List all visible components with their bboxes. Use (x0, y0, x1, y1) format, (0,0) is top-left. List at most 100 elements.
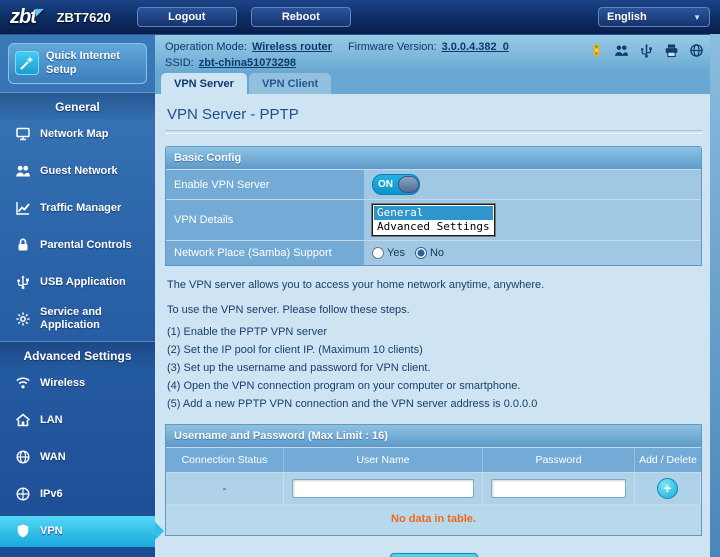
username-input[interactable] (292, 479, 474, 498)
scrollbar-track[interactable] (710, 34, 720, 557)
sidebar-item-usb-application[interactable]: USB Application (0, 267, 155, 298)
option-advanced-settings[interactable]: Advanced Settings (374, 220, 493, 234)
usb-status-icon[interactable] (639, 43, 654, 58)
enable-vpn-value: ON (364, 170, 701, 199)
sidebar-item-network-map[interactable]: Network Map (0, 119, 155, 150)
add-user-button[interactable]: + (657, 478, 678, 499)
globe-icon (15, 449, 31, 465)
instruction-step-2: (2) Set the IP pool for client IP. (Maxi… (167, 344, 423, 356)
add-delete-cell: + (635, 473, 701, 504)
info-bar: Operation Mode: Wireless router Firmware V… (155, 35, 720, 73)
samba-yes-input[interactable] (372, 247, 384, 259)
sidebar-item-label: Parental Controls (40, 238, 132, 251)
option-general[interactable]: General (374, 206, 493, 220)
samba-support-value: Yes No (364, 241, 701, 265)
vpn-enable-toggle[interactable]: ON (372, 174, 420, 195)
top-bar: zbt◤ ZBT7620 Logout Reboot English ▼ (0, 0, 720, 35)
samba-yes-radio[interactable]: Yes (372, 247, 405, 259)
toggle-knob (398, 176, 419, 193)
house-icon (15, 412, 31, 428)
logo-swoosh-icon: ◤ (35, 6, 44, 18)
sidebar-item-ipv6[interactable]: IPv6 (0, 479, 155, 510)
samba-no-radio[interactable]: No (414, 247, 445, 259)
tab-bar: VPN Server VPN Client (155, 73, 720, 94)
title-divider (165, 130, 702, 134)
tab-vpn-server[interactable]: VPN Server (161, 73, 247, 94)
clients-icon[interactable] (614, 43, 629, 58)
instruction-step-5: (5) Add a new PPTP VPN connection and th… (167, 398, 538, 410)
info-line-2: SSID: zbt-china51073298 (165, 57, 710, 69)
sidebar-item-label: Service and Application (40, 305, 102, 332)
basic-config-section: Basic Config Enable VPN Server ON VPN De… (165, 146, 702, 266)
vpn-details-label: VPN Details (166, 200, 364, 240)
sidebar-item-service-and-application[interactable]: Service and Application (0, 304, 155, 335)
password-input[interactable] (491, 479, 626, 498)
body-row: Quick Internet Setup General Network Map… (0, 35, 720, 557)
ssid-link[interactable]: zbt-china51073298 (199, 57, 296, 69)
brand-logo: zbt◤ (10, 5, 44, 28)
sidebar-item-wireless[interactable]: Wireless (0, 368, 155, 399)
quick-setup-label: Quick Internet Setup (46, 50, 120, 77)
password-cell (483, 473, 635, 504)
vpn-details-row: VPN Details General Advanced Settings (166, 199, 701, 240)
username-cell (284, 473, 483, 504)
model-title: ZBT7620 (56, 9, 111, 25)
operation-mode-link[interactable]: Wireless router (252, 41, 332, 53)
sidebar-item-label: Traffic Manager (40, 201, 122, 214)
globe-ipv6-icon (15, 486, 31, 502)
tab-vpn-client[interactable]: VPN Client (248, 73, 332, 94)
status-icons (589, 43, 704, 58)
apply-button[interactable]: Apply (389, 553, 478, 557)
firmware-link[interactable]: 3.0.0.4.382_0 (442, 41, 509, 53)
sidebar-item-traffic-manager[interactable]: Traffic Manager (0, 193, 155, 224)
col-add-delete: Add / Delete (639, 454, 697, 466)
traffic-chart-icon (15, 200, 31, 216)
router-admin-page: zbt◤ ZBT7620 Logout Reboot English ▼ Qui… (0, 0, 720, 557)
empty-table-message: No data in table. (166, 504, 701, 535)
samba-support-label: Network Place (Samba) Support (166, 241, 364, 265)
samba-no-label: No (429, 247, 445, 259)
username-password-section: Username and Password (Max Limit : 16) C… (165, 424, 702, 536)
language-select[interactable]: English ▼ (598, 7, 710, 27)
vpn-details-select[interactable]: General Advanced Settings (371, 203, 496, 237)
instruction-step-4: (4) Open the VPN connection program on y… (167, 380, 521, 392)
wifi-icon (15, 375, 31, 391)
sidebar-section-general: General (0, 91, 155, 119)
sidebar-item-parental-controls[interactable]: Parental Controls (0, 230, 155, 261)
sidebar-item-label: Wireless (40, 376, 86, 389)
sidebar-item-quick-internet-setup[interactable]: Quick Internet Setup (8, 43, 147, 84)
sidebar-item-vpn[interactable]: VPN (0, 515, 164, 547)
sidebar-item-label: IPv6 (40, 487, 63, 500)
instructions-steps-title: To use the VPN server. Please follow the… (167, 304, 410, 316)
shield-icon (15, 523, 31, 539)
sidebar-item-guest-network[interactable]: Guest Network (0, 156, 155, 187)
printer-icon[interactable] (664, 43, 679, 58)
enable-vpn-label: Enable VPN Server (166, 170, 364, 199)
sidebar-item-label: Network Map (40, 127, 109, 140)
col-password: Password (483, 448, 635, 472)
instructions-intro: The VPN server allows you to access your… (167, 279, 545, 291)
operation-mode-label: Operation Mode: (165, 41, 247, 53)
sidebar-item-lan[interactable]: LAN (0, 405, 155, 436)
vpn-instructions: The VPN server allows you to access your… (165, 266, 702, 422)
table-header-row: Connection Status User Name Password Add… (166, 447, 701, 472)
samba-yes-label: Yes (387, 247, 405, 259)
reboot-button[interactable]: Reboot (250, 7, 351, 27)
sidebar: Quick Internet Setup General Network Map… (0, 35, 164, 557)
magic-wand-icon (15, 51, 39, 76)
toggle-on-label: ON (378, 179, 393, 190)
instruction-step-3: (3) Set up the username and password for… (167, 362, 431, 374)
sidebar-item-label: LAN (40, 413, 63, 426)
logout-button[interactable]: Logout (136, 7, 237, 27)
language-globe-icon[interactable] (689, 43, 704, 58)
samba-no-input[interactable] (414, 247, 427, 259)
sidebar-item-wan[interactable]: WAN (0, 442, 155, 473)
sidebar-item-label: USB Application (40, 275, 126, 288)
usb-icon (15, 274, 31, 290)
chevron-down-icon: ▼ (693, 12, 701, 22)
traffic-light-icon[interactable] (589, 43, 604, 58)
lock-icon (15, 237, 31, 253)
username-password-header: Username and Password (Max Limit : 16) (166, 425, 701, 447)
vpn-details-value: General Advanced Settings (364, 200, 701, 240)
table-row: - + (166, 472, 701, 504)
